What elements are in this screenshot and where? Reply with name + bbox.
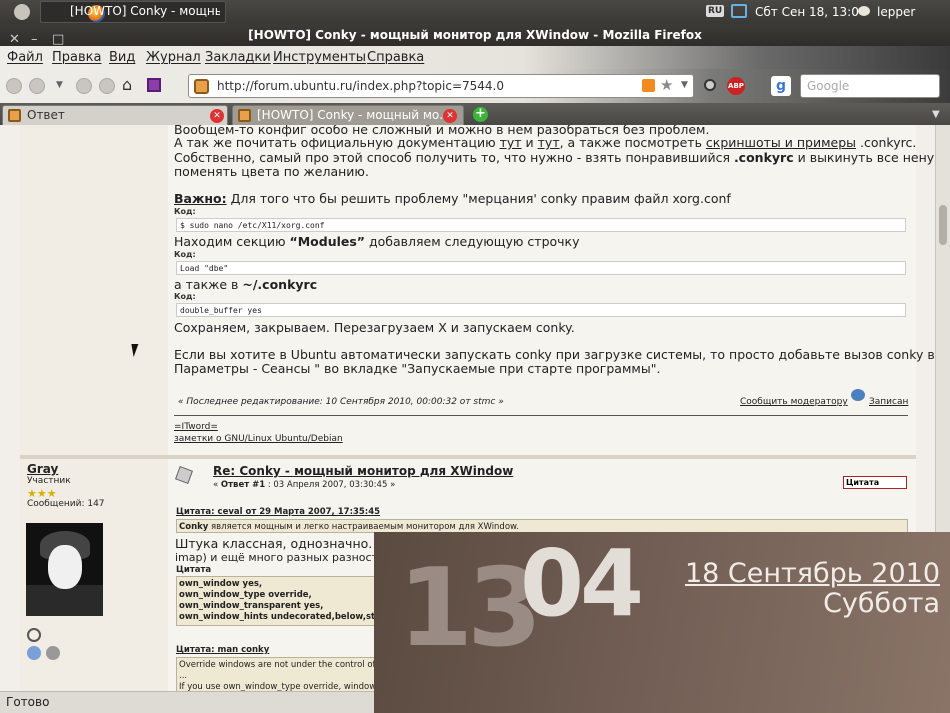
post-text: Собственно, самый про этой способ получи… bbox=[174, 150, 935, 165]
menu-tools[interactable]: Инструменты bbox=[273, 50, 366, 65]
tab-favicon bbox=[8, 109, 21, 122]
post-text: а также в ~/.conkyrc bbox=[174, 277, 318, 292]
window-title: [HOWTO] Conky - мощный монитор для XWind… bbox=[248, 28, 702, 42]
code-block: Load "dbe" bbox=[176, 261, 906, 275]
tab-howto-conky[interactable]: [HOWTO] Conky - мощный мо... ✕ bbox=[232, 105, 464, 125]
home-icon[interactable]: ⌂ bbox=[122, 75, 132, 94]
tab-bar: Ответ ✕ [HOWTO] Conky - мощный мо... ✕ +… bbox=[0, 103, 950, 125]
url-text[interactable]: http://forum.ubuntu.ru/index.php?topic=7… bbox=[217, 79, 504, 93]
tab-reply[interactable]: Ответ ✕ bbox=[2, 105, 228, 125]
author-rank: Участник bbox=[27, 476, 71, 486]
avatar bbox=[26, 523, 103, 616]
logged-link[interactable]: Записан bbox=[869, 397, 908, 407]
status-text: Готово bbox=[6, 695, 50, 709]
link-screenshots[interactable]: скриншоты и примеры bbox=[706, 135, 856, 150]
main-menu-icon[interactable] bbox=[14, 4, 30, 20]
signature-link[interactable]: заметки о GNU/Linux Ubuntu/Debian bbox=[174, 434, 343, 444]
menu-view[interactable]: Вид bbox=[109, 50, 135, 65]
adblock-plus-icon[interactable]: ABP bbox=[727, 77, 745, 95]
post-text: поменять цвета по желанию. bbox=[174, 164, 369, 179]
forum-post: Вообщем-то конфиг особо не сложный и мож… bbox=[168, 125, 935, 457]
close-tab-icon[interactable]: ✕ bbox=[210, 109, 224, 123]
personal-message-icon[interactable] bbox=[46, 646, 60, 660]
code-label: Код: bbox=[174, 207, 196, 216]
post-text: Если вы хотите в Ubuntu автоматически за… bbox=[174, 347, 935, 362]
menu-bar: Файл Правка Вид Журнал Закладки Инструме… bbox=[0, 46, 950, 69]
menu-help[interactable]: Справка bbox=[367, 50, 424, 65]
scrollbar-thumb[interactable] bbox=[939, 205, 947, 245]
user-name[interactable]: lepper bbox=[877, 5, 915, 19]
menu-history[interactable]: Журнал bbox=[146, 50, 201, 65]
signature-link[interactable]: =ITword= bbox=[174, 422, 218, 432]
desktop: [HOWTO] Conky - мощны... RU Сбт Сен 18, … bbox=[0, 0, 950, 713]
tab-label: [HOWTO] Conky - мощный мо... bbox=[257, 108, 451, 122]
navigation-toolbar: ▼ ⌂ http://forum.ubuntu.ru/index.php?top… bbox=[0, 69, 950, 103]
post-author-name[interactable]: Gray bbox=[27, 462, 58, 476]
window-titlebar: ✕ – □ [HOWTO] Conky - мощный монитор для… bbox=[0, 24, 950, 47]
noscript-icon[interactable] bbox=[704, 79, 716, 91]
quote-header: Цитата: ceval от 29 Марта 2007, 17:35:45 bbox=[176, 507, 381, 517]
reload-icon[interactable] bbox=[76, 78, 92, 94]
link-tut-1[interactable]: тут bbox=[500, 135, 522, 150]
code-label: Код: bbox=[174, 250, 196, 259]
menu-bookmarks[interactable]: Закладки bbox=[205, 50, 271, 65]
logged-icon bbox=[851, 389, 865, 401]
quote-button[interactable]: Цитата bbox=[843, 476, 907, 489]
post-text: Штука классная, однозначно. Мож bbox=[175, 536, 406, 551]
new-tab-icon[interactable]: + bbox=[473, 107, 488, 122]
code-block: double_buffer yes bbox=[176, 303, 906, 317]
search-box[interactable]: Google bbox=[800, 74, 940, 98]
keyboard-layout-indicator[interactable]: RU bbox=[706, 5, 725, 17]
rss-feed-icon[interactable] bbox=[642, 79, 655, 92]
link-tut-2[interactable]: тут bbox=[538, 135, 560, 150]
menu-file[interactable]: Файл bbox=[7, 50, 43, 65]
history-dropdown-icon[interactable]: ▼ bbox=[56, 80, 63, 90]
profile-icon[interactable] bbox=[27, 646, 41, 660]
report-to-moderator-link[interactable]: Сообщить модератору bbox=[740, 397, 848, 407]
signature-divider bbox=[174, 415, 908, 416]
quote-header: Цитата bbox=[176, 565, 212, 575]
stop-icon[interactable] bbox=[99, 78, 115, 94]
post-text: Важно: Для того что бы решить проблему "… bbox=[174, 191, 731, 206]
forward-button-icon[interactable] bbox=[29, 78, 45, 94]
tab-favicon bbox=[238, 109, 251, 122]
post-text: А так же почитать официальную документац… bbox=[174, 135, 917, 150]
post-title-link[interactable]: Re: Conky - мощный монитор для XWindow bbox=[213, 464, 513, 478]
code-block: $ sudo nano /etc/X11/xorg.conf bbox=[176, 218, 906, 232]
conky-weekday: Суббота bbox=[823, 588, 940, 619]
search-placeholder[interactable]: Google bbox=[807, 79, 849, 93]
site-favicon bbox=[194, 79, 209, 94]
url-dropdown-icon[interactable]: ▼ bbox=[681, 80, 688, 90]
close-tab-icon[interactable]: ✕ bbox=[443, 109, 457, 123]
google-search-engine-icon[interactable]: g bbox=[771, 76, 791, 96]
post-text: Параметры - Сеансы " во вкладке "Запуска… bbox=[174, 361, 661, 376]
speed-dial-icon[interactable] bbox=[147, 78, 161, 92]
panel-clock[interactable]: Сбт Сен 18, 13:04 bbox=[755, 5, 867, 19]
monitor-icon[interactable] bbox=[731, 4, 747, 18]
post-text: imap) и ещё много разных разност bbox=[175, 551, 378, 564]
user-icon bbox=[858, 6, 870, 16]
quote-block: Conky является мощным и легко настраивае… bbox=[176, 519, 908, 533]
conky-hours: 13 bbox=[398, 546, 542, 671]
conky-clock-widget: 13 04 18 Сентябрь 2010 Суббота bbox=[374, 532, 950, 713]
code-label: Код: bbox=[174, 292, 196, 301]
tab-label: Ответ bbox=[27, 108, 65, 122]
menu-edit[interactable]: Правка bbox=[52, 50, 101, 65]
back-button-icon[interactable] bbox=[6, 78, 22, 94]
gender-icon bbox=[27, 628, 41, 642]
taskbar-window-title: [HOWTO] Conky - мощны... bbox=[70, 4, 220, 18]
edit-note: « Последнее редактирование: 10 Сентября … bbox=[178, 397, 504, 407]
post-meta: « Ответ #1 : 03 Апреля 2007, 03:30:45 » bbox=[213, 480, 396, 490]
address-bar[interactable]: http://forum.ubuntu.ru/index.php?topic=7… bbox=[188, 74, 694, 98]
conky-minutes: 04 bbox=[520, 532, 644, 637]
post-text: Сохраняем, закрываем. Перезагрузаем X и … bbox=[174, 320, 575, 335]
top-panel: [HOWTO] Conky - мощны... RU Сбт Сен 18, … bbox=[0, 0, 950, 24]
list-all-tabs-icon[interactable]: ▼ bbox=[932, 109, 940, 120]
quote-header: Цитата: man conky bbox=[176, 645, 270, 655]
post-text: Находим секцию “Modules” добавляем следу… bbox=[174, 234, 580, 249]
author-post-count: Сообщений: 147 bbox=[27, 499, 105, 509]
conky-date: 18 Сентябрь 2010 bbox=[684, 558, 940, 589]
bookmark-star-icon[interactable]: ★ bbox=[660, 76, 673, 94]
